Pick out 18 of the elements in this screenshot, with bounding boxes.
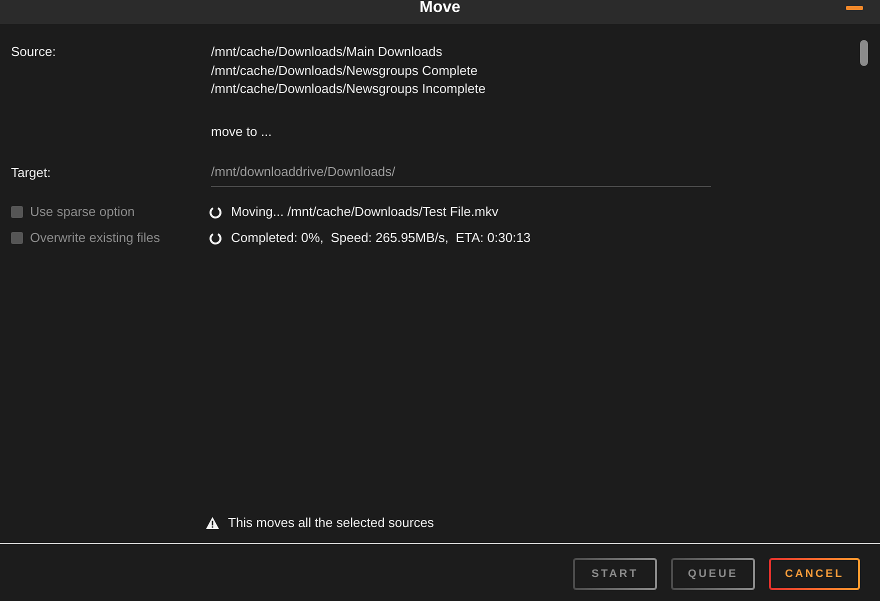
target-label: Target: bbox=[11, 164, 52, 182]
scrollbar[interactable] bbox=[860, 40, 868, 66]
source-path: /mnt/cache/Downloads/Newsgroups Incomplete bbox=[211, 80, 486, 98]
warning-icon bbox=[206, 517, 219, 529]
move-to-label: move to ... bbox=[211, 123, 272, 141]
warning-text: This moves all the selected sources bbox=[228, 514, 434, 532]
option-label: Use sparse option bbox=[30, 203, 135, 221]
progress-text: Completed: 0%, Speed: 265.95MB/s, ETA: 0:30:13 bbox=[231, 229, 531, 247]
source-path: /mnt/cache/Downloads/Main Downloads bbox=[211, 43, 442, 61]
progress-text: Moving... /mnt/cache/Downloads/Test File.mkv bbox=[231, 203, 498, 221]
minimize-button[interactable] bbox=[846, 6, 863, 10]
source-path: /mnt/cache/Downloads/Newsgroups Complete bbox=[211, 62, 478, 80]
option-label: Overwrite existing files bbox=[30, 229, 160, 247]
source-label: Source: bbox=[11, 43, 57, 61]
spinner-icon bbox=[209, 206, 222, 218]
window-title: Move bbox=[420, 0, 460, 18]
spinner-icon bbox=[209, 232, 222, 244]
dialog-button[interactable]: CANCEL bbox=[768, 558, 860, 590]
